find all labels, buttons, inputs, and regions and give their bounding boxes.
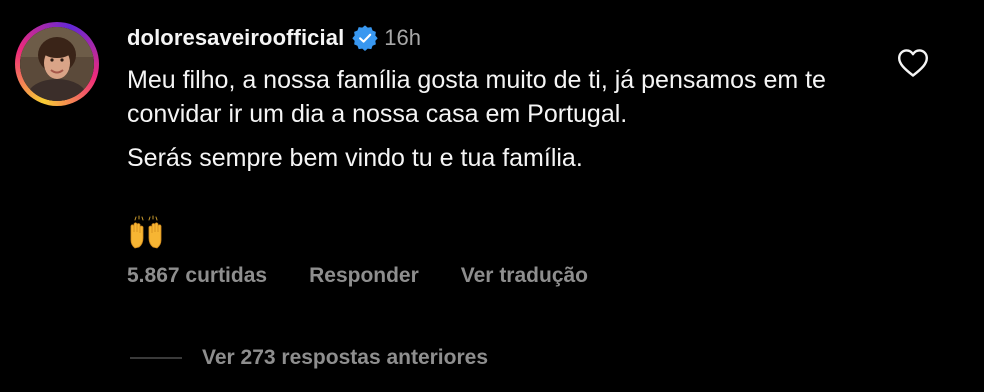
raising-hands-emoji bbox=[130, 215, 162, 249]
comment-text-paragraph-2: Serás sempre bem vindo tu e tua família. bbox=[127, 144, 583, 172]
comment-text-paragraph-1: Meu filho, a nossa família gosta muito d… bbox=[127, 66, 826, 128]
replies-divider-line bbox=[130, 357, 182, 359]
profile-photo-image bbox=[20, 27, 94, 101]
profile-photo bbox=[20, 27, 94, 101]
verified-badge-icon bbox=[352, 25, 378, 51]
reply-button[interactable]: Responder bbox=[309, 264, 419, 288]
heart-icon[interactable] bbox=[897, 48, 929, 78]
comment-text: Meu filho, a nossa família gosta muito d… bbox=[127, 63, 867, 175]
view-replies-label: Ver 273 respostas anteriores bbox=[202, 346, 489, 369]
view-replies-button[interactable]: Ver 273 respostas anteriores bbox=[130, 346, 488, 370]
translate-button[interactable]: Ver tradução bbox=[461, 264, 588, 288]
likes-count-link[interactable]: 5.867 curtidas bbox=[127, 264, 267, 288]
username-link[interactable]: doloresaveiroofficial bbox=[127, 25, 344, 51]
avatar[interactable] bbox=[15, 22, 99, 106]
timestamp: 16h bbox=[384, 25, 421, 50]
comment-actions: 5.867 curtidas Responder Ver tradução bbox=[127, 264, 588, 288]
comment-header: doloresaveiroofficial 16h bbox=[127, 22, 421, 54]
comment: doloresaveiroofficial 16h Meu filho, a n… bbox=[0, 0, 984, 392]
